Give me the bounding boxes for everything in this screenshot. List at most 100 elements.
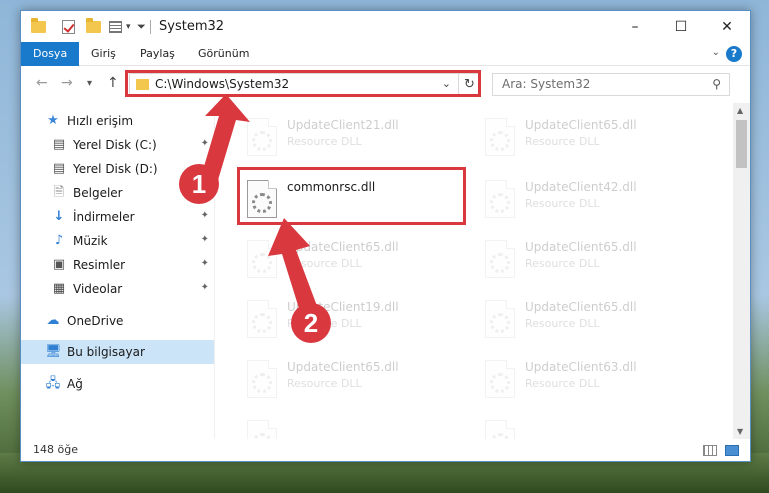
file-tile[interactable]: UpdateClient65.dll Resource DLL [475, 291, 697, 347]
documents-icon: 🗎 [53, 185, 65, 200]
sidebar-item-network[interactable]: 🖧 Ağ [21, 372, 214, 396]
sidebar-item-label: Müzik [73, 234, 108, 248]
file-name: UpdateClient65.dll [525, 300, 637, 314]
sidebar-item-label: OneDrive [67, 314, 124, 328]
tab-paylas[interactable]: Paylaş [140, 42, 175, 66]
up-button[interactable]: ↑ [107, 75, 119, 91]
file-name: UpdateClient65.dll [287, 240, 399, 254]
title-separator [150, 20, 151, 34]
properties-icon[interactable] [109, 18, 122, 36]
sidebar-item-downloads[interactable]: ↓ İndirmeler ✦ [21, 205, 214, 229]
tab-giris[interactable]: Giriş [91, 42, 116, 66]
details-view-icon[interactable] [703, 445, 717, 456]
recent-locations-button[interactable]: ▾ [87, 78, 92, 89]
file-tile[interactable]: UpdateClient63.dll Resource DLL [475, 351, 697, 407]
file-list: UpdateClient21.dll Resource DLL UpdateCl… [217, 103, 733, 439]
ribbon-expand-chevron-icon[interactable]: ⌄ [712, 47, 720, 58]
file-tile[interactable]: UpdateClient65.dll Resource DLL [237, 351, 459, 407]
pin-icon[interactable]: ✦ [201, 258, 209, 269]
video-icon: ▦ [52, 281, 66, 296]
step-2-badge: 2 [291, 303, 331, 343]
search-box[interactable]: Ara: System32 ⚲ [492, 73, 730, 96]
file-tile[interactable] [237, 411, 459, 439]
file-name: UpdateClient63.dll [525, 360, 637, 374]
file-tile[interactable]: UpdateClient19.dll Resource DLL [237, 291, 459, 347]
pin-icon[interactable]: ✦ [201, 210, 209, 221]
pin-icon[interactable]: ✦ [201, 282, 209, 293]
dll-file-icon [247, 360, 277, 398]
file-type: Resource DLL [287, 135, 362, 148]
sidebar-item-videos[interactable]: ▦ Videolar ✦ [21, 277, 214, 301]
forward-button[interactable]: → [61, 75, 73, 91]
sidebar-item-label: Ağ [67, 377, 83, 391]
dll-file-icon [485, 360, 515, 398]
search-input[interactable]: Ara: System32 [502, 77, 590, 91]
sidebar-item-label: Hızlı erişim [67, 114, 134, 128]
sidebar-item-this-pc[interactable]: 🖥 Bu bilgisayar [21, 340, 214, 364]
pin-icon[interactable]: ✦ [201, 138, 209, 149]
close-button[interactable]: ✕ [704, 11, 750, 42]
sidebar-item-label: Bu bilgisayar [67, 345, 145, 359]
file-tile[interactable]: UpdateClient65.dll Resource DLL [237, 231, 459, 287]
tab-gorunum[interactable]: Görünüm [198, 42, 249, 66]
large-icons-view-icon[interactable] [725, 445, 739, 456]
tab-dosya[interactable]: Dosya [21, 42, 80, 66]
file-tile[interactable]: UpdateClient42.dll Resource DLL [475, 171, 697, 227]
ribbon-tabs: Dosya Giriş Paylaş Görünüm ⌄ ? [21, 42, 750, 66]
pictures-icon: ▣ [52, 257, 66, 272]
file-name: UpdateClient65.dll [525, 118, 637, 132]
file-tile[interactable]: UpdateClient21.dll Resource DLL [237, 109, 459, 165]
file-highlight [237, 167, 466, 225]
pane-divider[interactable] [214, 103, 215, 439]
pin-icon[interactable]: ✦ [201, 234, 209, 245]
folder-icon [31, 18, 46, 36]
file-tile[interactable]: UpdateClient65.dll Resource DLL [475, 231, 697, 287]
search-icon[interactable]: ⚲ [712, 77, 721, 91]
file-name: UpdateClient65.dll [525, 240, 637, 254]
sidebar-item-label: Yerel Disk (D:) [73, 162, 158, 176]
dll-file-icon [485, 420, 515, 439]
file-type: Resource DLL [525, 257, 600, 270]
qa-dropdown-chevron-icon[interactable]: ▾ [126, 18, 131, 36]
file-name: UpdateClient21.dll [287, 118, 399, 132]
drive-icon: ▤ [52, 137, 66, 152]
scrollbar-thumb[interactable] [736, 120, 747, 168]
properties-check-icon[interactable] [62, 18, 75, 36]
dll-file-icon [247, 240, 277, 278]
file-type: Resource DLL [525, 135, 600, 148]
new-folder-icon[interactable] [86, 18, 101, 36]
sidebar-item-quick-access[interactable]: ★ Hızlı erişim [21, 109, 214, 133]
dll-file-icon [247, 420, 277, 439]
minimize-button[interactable]: – [612, 11, 658, 42]
sidebar-item-label: Yerel Disk (C:) [73, 138, 157, 152]
file-name: UpdateClient65.dll [287, 360, 399, 374]
cloud-icon: ☁ [46, 313, 60, 328]
title-bar: ▾ ⏷ System32 – ☐ ✕ [21, 11, 750, 42]
computer-icon: 🖥 [45, 344, 62, 359]
maximize-button[interactable]: ☐ [658, 11, 704, 42]
dll-file-icon [485, 180, 515, 218]
vertical-scrollbar[interactable]: ▲ ▼ [733, 103, 750, 439]
file-tile[interactable]: UpdateClient65.dll Resource DLL [475, 109, 697, 165]
sidebar-item-label: İndirmeler [73, 210, 135, 224]
sidebar-item-pictures[interactable]: ▣ Resimler ✦ [21, 253, 214, 277]
qa-customize-icon[interactable]: ⏷ [137, 18, 146, 36]
help-icon[interactable]: ? [726, 46, 742, 62]
window-title: System32 [159, 19, 225, 34]
sidebar-item-onedrive[interactable]: ☁ OneDrive [21, 309, 214, 333]
sidebar-item-disk-c[interactable]: ▤ Yerel Disk (C:) ✦ [21, 133, 214, 157]
scroll-down-arrow-icon[interactable]: ▼ [737, 427, 743, 436]
dll-file-icon [485, 118, 515, 156]
sidebar-item-music[interactable]: ♪ Müzik ✦ [21, 229, 214, 253]
file-tile[interactable] [475, 411, 697, 439]
sidebar-item-label: Belgeler [73, 186, 123, 200]
sidebar-item-label: Videolar [73, 282, 123, 296]
sidebar-item-label: Resimler [73, 258, 126, 272]
scroll-up-arrow-icon[interactable]: ▲ [737, 106, 743, 115]
star-icon: ★ [47, 113, 59, 128]
dll-file-icon [247, 300, 277, 338]
file-type: Resource DLL [287, 377, 362, 390]
drive-icon: ▤ [52, 161, 66, 176]
back-button[interactable]: ← [36, 75, 48, 91]
address-bar-highlight [125, 70, 481, 97]
